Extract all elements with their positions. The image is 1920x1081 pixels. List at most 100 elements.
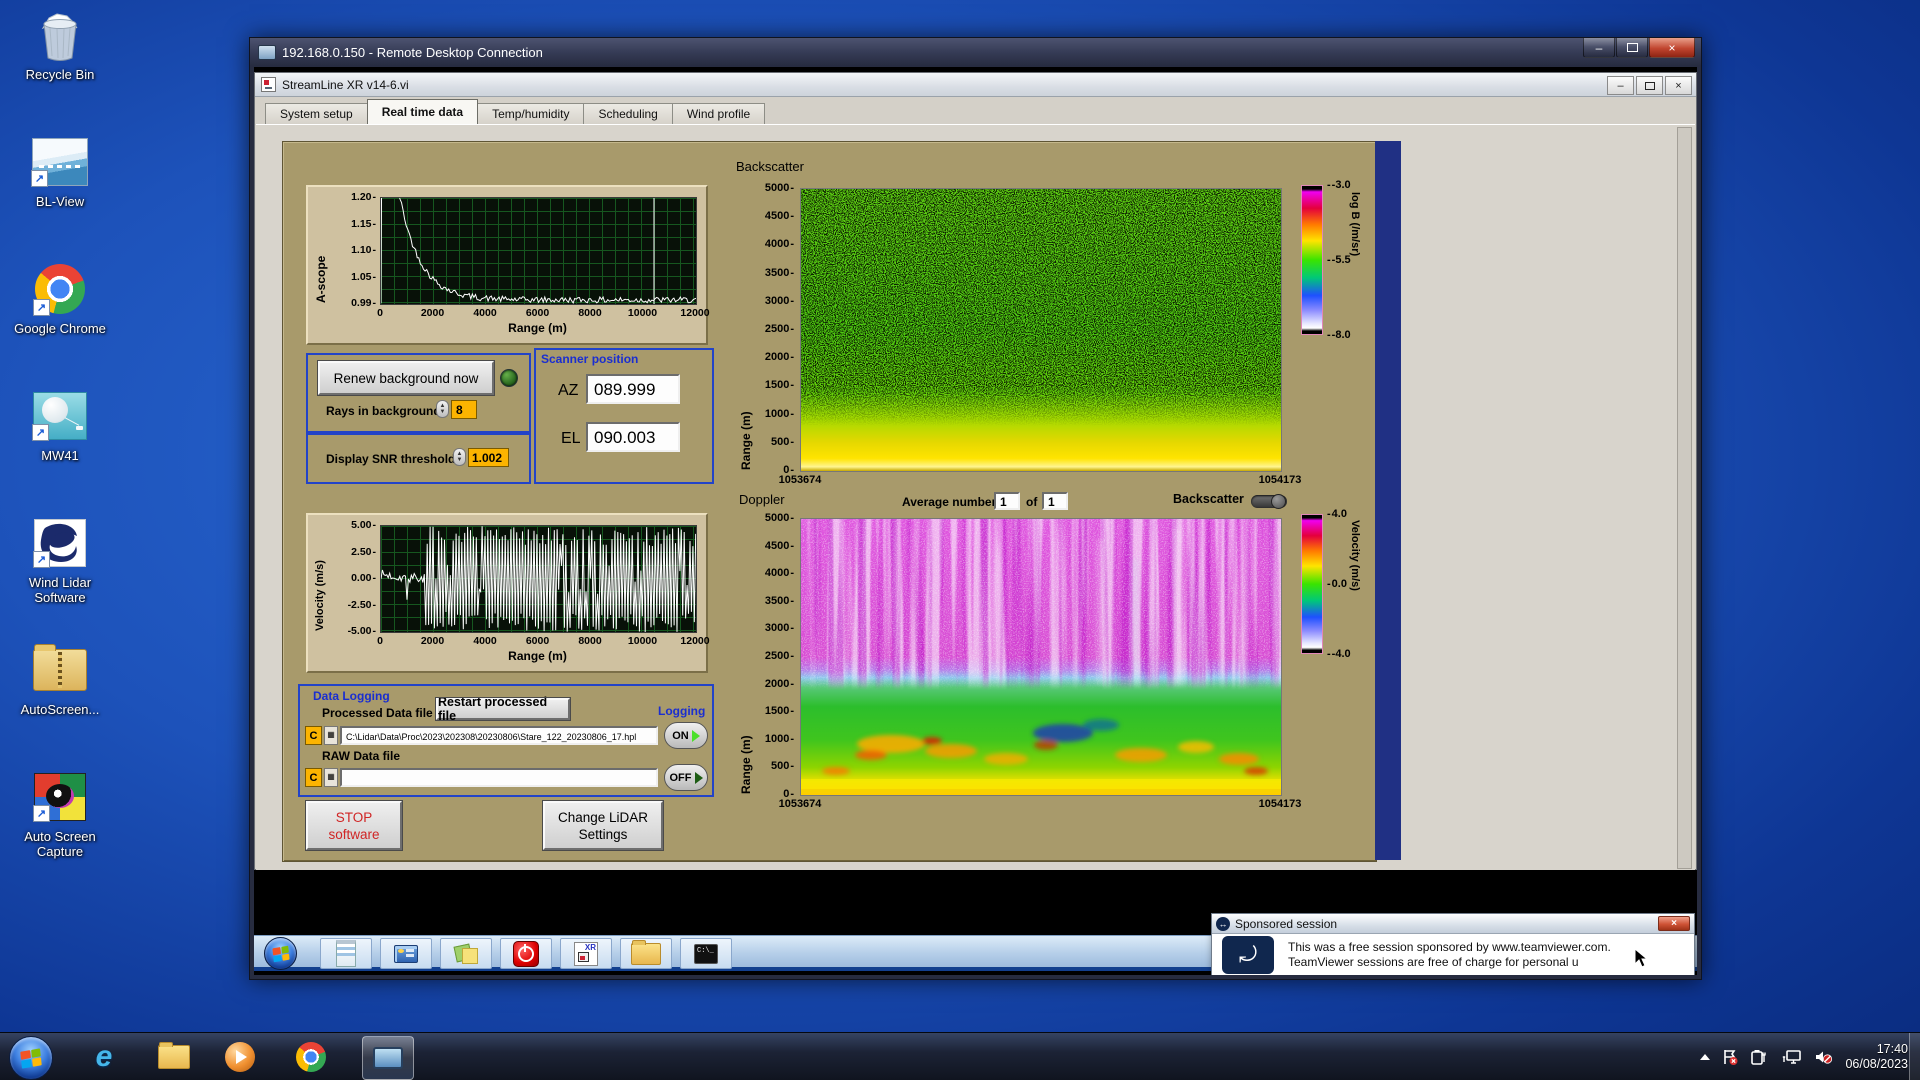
snr-spinner[interactable]: ▲ ▼	[453, 448, 466, 466]
remote-task-control-panel[interactable]	[380, 938, 432, 969]
app-restore-button[interactable]	[1636, 76, 1663, 95]
remote-task-sticky-notes[interactable]	[440, 938, 492, 969]
change-lidar-settings-button[interactable]: Change LiDAR Settings	[542, 800, 664, 851]
el-value-field[interactable]: 090.003	[586, 422, 680, 452]
backscatter-toggle[interactable]	[1251, 494, 1287, 509]
teamviewer-popup-titlebar[interactable]: ↔ Sponsored session ×	[1212, 914, 1694, 934]
rays-value-field[interactable]: 8	[451, 400, 477, 419]
tab-system-setup[interactable]: System setup	[265, 103, 368, 124]
desktop-icon-auto-screen-capture[interactable]: ↗ Auto Screen Capture	[4, 768, 116, 895]
tray-expand-icon[interactable]	[1700, 1054, 1711, 1060]
app-close-button[interactable]: ×	[1665, 76, 1692, 95]
remote-task-explorer[interactable]	[620, 938, 672, 969]
average-number-field[interactable]: 1	[994, 492, 1020, 510]
desktop-icon-mw41[interactable]: ↗ MW41	[4, 387, 116, 514]
tick-label: 1500	[765, 705, 794, 717]
rays-spinner[interactable]: ▲ ▼	[436, 400, 449, 418]
tick-label: 0	[377, 635, 383, 647]
restart-processed-file-button[interactable]: Restart processed file	[435, 695, 571, 723]
app-scrollbar[interactable]	[1677, 127, 1692, 869]
command-prompt-icon: C:\_	[694, 943, 718, 964]
el-label: EL	[561, 430, 581, 447]
raw-drive-selector[interactable]: C	[305, 768, 322, 787]
taskbar-ie[interactable]: e	[88, 1041, 120, 1073]
snr-value-field[interactable]: 1.002	[468, 448, 509, 467]
backscatter-time-start: 1053674	[778, 474, 822, 486]
remote-task-cmd[interactable]: C:\_	[680, 938, 732, 969]
clock-date: 06/08/2023	[1845, 1057, 1908, 1071]
tick-label: 1000	[765, 408, 794, 420]
show-desktop-button[interactable]	[1909, 1033, 1920, 1081]
desktop-icon-google-chrome[interactable]: ↗ Google Chrome	[4, 260, 116, 387]
media-player-icon	[225, 1042, 255, 1072]
app-titlebar[interactable]: StreamLine XR v14-6.vi – ×	[255, 73, 1696, 97]
tick-label: 2500	[765, 650, 794, 662]
app-minimize-button[interactable]: –	[1607, 76, 1634, 95]
velocity-x-label: Range (m)	[508, 649, 567, 663]
taskbar-wmp[interactable]	[224, 1041, 256, 1073]
stop-software-button[interactable]: STOP software	[305, 800, 403, 851]
tab-row: System setup Real time data Temp/humidit…	[265, 99, 766, 124]
desktop-icon-label: Google Chrome	[14, 321, 106, 336]
desktop-icon-label: MW41	[41, 448, 79, 463]
desktop-icon-recycle-bin[interactable]: Recycle Bin	[4, 6, 116, 133]
remote-task-stop-app[interactable]	[500, 938, 552, 969]
taskbar-explorer[interactable]	[158, 1041, 190, 1073]
clock-time: 17:40	[1876, 1042, 1908, 1056]
rdp-titlebar[interactable]: 192.168.0.150 - Remote Desktop Connectio…	[250, 38, 1701, 66]
windows-flag-icon	[271, 945, 290, 962]
tab-wind-profile[interactable]: Wind profile	[671, 103, 766, 124]
taskbar-active-rdp[interactable]	[362, 1036, 414, 1080]
tick-label: 5.00	[351, 519, 376, 531]
processed-drive-selector[interactable]: C	[305, 726, 322, 745]
rdp-close-button[interactable]: ×	[1649, 38, 1695, 58]
tick-label: 0.00	[351, 572, 376, 584]
tab-scheduling[interactable]: Scheduling	[583, 103, 673, 124]
system-tray: 17:40 06/08/2023	[1700, 1033, 1908, 1081]
backscatter-title: Backscatter	[736, 159, 804, 174]
desktop-icon-autoscreen-zip[interactable]: AutoScreen...	[4, 641, 116, 768]
az-value-field[interactable]: 089.999	[586, 374, 680, 404]
raw-logging-off-button[interactable]: OFF	[664, 764, 708, 791]
processed-logging-on-button[interactable]: ON	[664, 722, 708, 749]
app-title: StreamLine XR v14-6.vi	[282, 77, 409, 92]
doppler-time-end: 1054173	[1258, 798, 1302, 810]
tick-label: 10000	[627, 635, 658, 647]
start-button[interactable]	[9, 1036, 53, 1080]
tick-label: 1.15	[351, 218, 376, 230]
browse-icon[interactable]: ▦	[324, 726, 338, 745]
ascope-panel: A-scope 1.20 1.15 1.10 1.05 0.99 0 2000 4000 60…	[306, 67, 710, 345]
action-center-flag-icon[interactable]	[1721, 1048, 1739, 1066]
data-logging-box: Data Logging Processed Data file Restart…	[298, 684, 714, 797]
raw-path-field[interactable]	[340, 768, 658, 787]
shortcut-arrow-icon: ↗	[31, 170, 48, 187]
backscatter-colorbar-ticks: -3.0 -5.5 -8.0	[1327, 179, 1367, 341]
taskbar-chrome[interactable]	[295, 1041, 327, 1073]
doppler-y-ticks: 5000450040003500300025002000150010005000	[714, 512, 794, 800]
tab-real-time-data[interactable]: Real time data	[366, 99, 479, 124]
tab-temp-humidity[interactable]: Temp/humidity	[477, 103, 585, 124]
volume-muted-icon[interactable]	[1814, 1048, 1834, 1066]
processed-path-field[interactable]: C:\Lidar\Data\Proc\2023\202308\20230806\…	[340, 726, 658, 745]
average-total-field[interactable]: 1	[1042, 492, 1068, 510]
remote-task-notepad[interactable]	[320, 938, 372, 969]
network-icon[interactable]	[1781, 1048, 1803, 1066]
power-battery-icon[interactable]	[1750, 1048, 1770, 1066]
desktop-icon-column: Recycle Bin ↗ BL-View ↗ Google Chrome ↗ …	[4, 6, 116, 895]
tick-label: 2000	[420, 635, 445, 647]
backscatter-colorbar	[1301, 185, 1323, 335]
remote-start-button[interactable]	[264, 937, 297, 970]
tick-label: 0.99	[351, 297, 376, 309]
rdp-maximize-button[interactable]	[1616, 38, 1648, 58]
main-taskbar: e 17:40 06/08/2023	[0, 1032, 1920, 1081]
remote-task-streamline-xr[interactable]: XR	[560, 938, 612, 969]
tick-label: 2000	[765, 351, 794, 363]
shortcut-arrow-icon: ↗	[32, 424, 49, 441]
rdp-minimize-button[interactable]: –	[1583, 38, 1615, 58]
browse-icon[interactable]: ▦	[324, 768, 338, 787]
taskbar-clock[interactable]: 17:40 06/08/2023	[1845, 1042, 1908, 1072]
desktop-icon-bl-view[interactable]: ↗ BL-View	[4, 133, 116, 260]
teamviewer-close-button[interactable]: ×	[1658, 916, 1690, 931]
desktop-icon-wind-lidar[interactable]: ↗ Wind Lidar Software	[4, 514, 116, 641]
renew-background-button[interactable]: Renew background now	[317, 360, 495, 396]
